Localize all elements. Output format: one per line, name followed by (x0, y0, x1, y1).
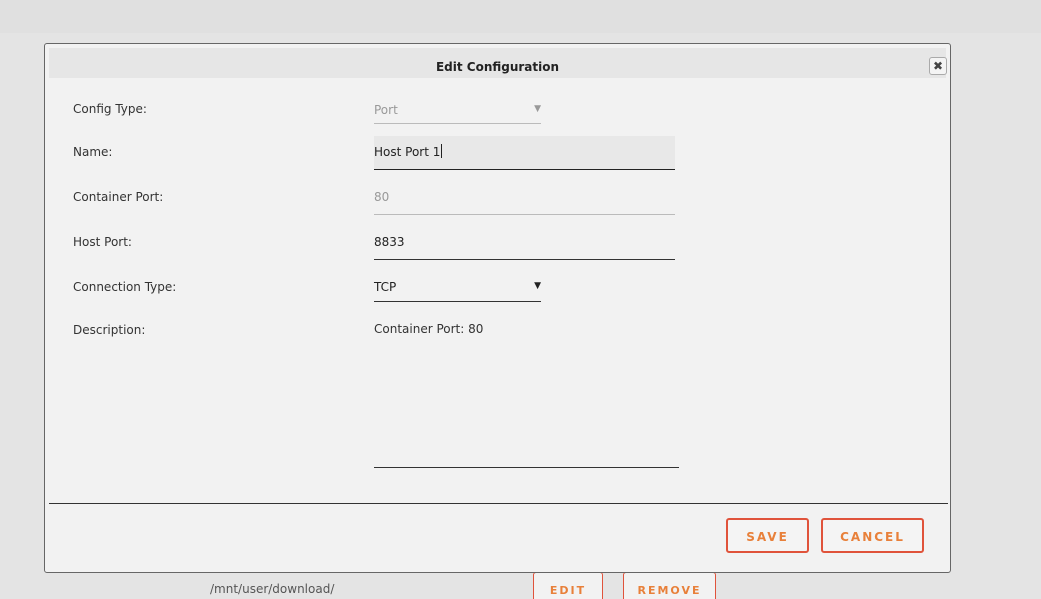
close-icon[interactable]: ✖ (929, 57, 947, 75)
dialog-titlebar: Edit Configuration ✖ (49, 48, 947, 78)
connection-type-label: Connection Type: (73, 280, 177, 294)
config-type-label: Config Type: (73, 102, 147, 116)
description-value: Container Port: 80 (374, 322, 484, 336)
cancel-button[interactable]: CANCEL (821, 518, 924, 553)
host-port-value: 8833 (374, 235, 405, 249)
name-input[interactable]: Host Port 1 (374, 136, 675, 170)
config-type-value: Port (374, 103, 398, 117)
edit-configuration-dialog: Edit Configuration ✖ Config Type: Port ▼… (44, 43, 951, 573)
container-port-label: Container Port: (73, 190, 164, 204)
dialog-title: Edit Configuration (435, 60, 560, 74)
background-path-text: /mnt/user/download/ (210, 582, 335, 596)
host-port-input[interactable]: 8833 (374, 233, 675, 260)
save-button[interactable]: SAVE (726, 518, 809, 553)
name-label: Name: (73, 145, 113, 159)
background-edit-button[interactable]: EDIT (533, 572, 603, 599)
chevron-down-icon: ▼ (534, 281, 541, 291)
description-textarea[interactable]: Container Port: 80 (374, 322, 679, 468)
name-value: Host Port 1 (374, 145, 441, 159)
text-cursor (441, 144, 443, 158)
description-label: Description: (73, 323, 146, 337)
footer-divider (49, 503, 948, 504)
container-port-value: 80 (374, 190, 390, 204)
page: /mnt/user/download/ EDIT REMOVE Edit Con… (0, 0, 1041, 599)
background-remove-button[interactable]: REMOVE (623, 572, 716, 599)
container-port-input: 80 (374, 188, 675, 215)
connection-type-select[interactable]: TCP ▼ (374, 279, 541, 302)
config-type-select: Port ▼ (374, 100, 541, 124)
chevron-down-icon: ▼ (534, 104, 541, 114)
host-port-label: Host Port: (73, 235, 132, 249)
top-band (0, 0, 1041, 33)
connection-type-value: TCP (374, 280, 397, 294)
